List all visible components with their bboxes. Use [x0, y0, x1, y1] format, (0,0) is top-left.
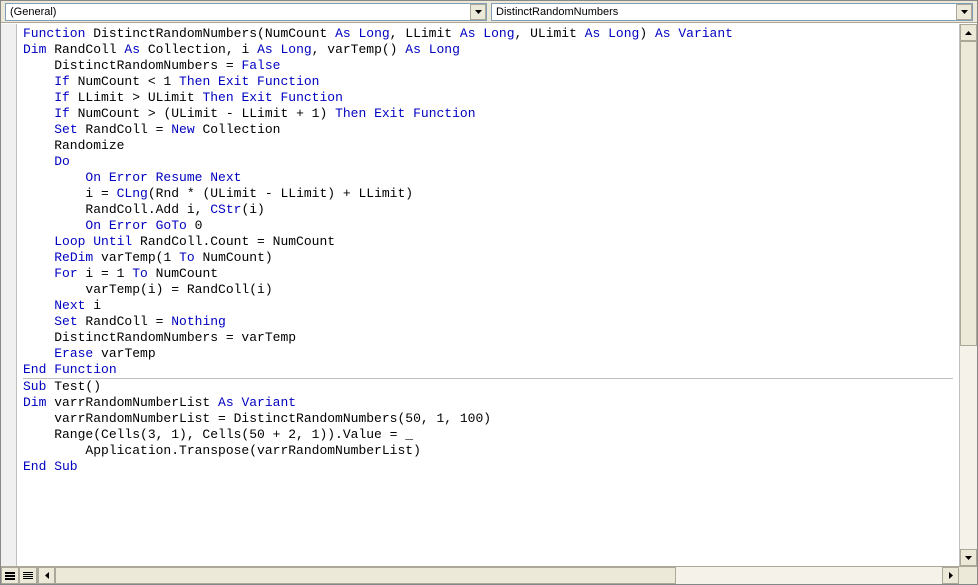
chevron-down-icon	[961, 10, 968, 14]
procedure-combo-text: DistinctRandomNumbers	[492, 4, 956, 20]
vertical-scrollbar-thumb[interactable]	[960, 41, 977, 346]
procedure-view-icon	[5, 572, 15, 580]
scroll-left-button[interactable]	[38, 567, 55, 584]
code-editor: Function DistinctRandomNumbers(NumCount …	[1, 23, 977, 566]
code-line[interactable]: Range(Cells(3, 1), Cells(50 + 2, 1)).Val…	[23, 427, 953, 443]
chevron-right-icon	[949, 572, 953, 579]
vertical-scrollbar-track[interactable]	[960, 41, 977, 549]
code-line[interactable]: Dim RandColl As Collection, i As Long, v…	[23, 42, 953, 58]
horizontal-scrollbar-thumb[interactable]	[55, 567, 676, 584]
code-line[interactable]: End Function	[23, 362, 953, 378]
code-text[interactable]: Function DistinctRandomNumbers(NumCount …	[17, 24, 959, 477]
procedure-view-button[interactable]	[1, 567, 19, 584]
object-combo-dropdown-button[interactable]	[470, 4, 486, 20]
full-module-view-button[interactable]	[19, 567, 37, 584]
object-combo-text: (General)	[6, 4, 470, 20]
chevron-up-icon	[965, 31, 972, 35]
code-line[interactable]: Application.Transpose(varrRandomNumberLi…	[23, 443, 953, 459]
code-line[interactable]: Next i	[23, 298, 953, 314]
vertical-scrollbar[interactable]	[959, 24, 977, 566]
code-line[interactable]: If NumCount < 1 Then Exit Function	[23, 74, 953, 90]
code-line[interactable]: ReDim varTemp(1 To NumCount)	[23, 250, 953, 266]
code-line[interactable]: Randomize	[23, 138, 953, 154]
code-line[interactable]: RandColl.Add i, CStr(i)	[23, 202, 953, 218]
code-line[interactable]: Set RandColl = Nothing	[23, 314, 953, 330]
full-module-view-icon	[23, 572, 33, 580]
procedure-combo[interactable]: DistinctRandomNumbers	[491, 3, 973, 21]
code-line[interactable]: Function DistinctRandomNumbers(NumCount …	[23, 26, 953, 42]
code-line[interactable]: If NumCount > (ULimit - LLimit + 1) Then…	[23, 106, 953, 122]
object-combo[interactable]: (General)	[5, 3, 487, 21]
chevron-down-icon	[475, 10, 482, 14]
horizontal-scrollbar-track[interactable]	[55, 567, 942, 584]
code-line[interactable]: DistinctRandomNumbers = False	[23, 58, 953, 74]
view-mode-buttons	[1, 567, 38, 584]
chevron-left-icon	[45, 572, 49, 579]
code-line[interactable]: If LLimit > ULimit Then Exit Function	[23, 90, 953, 106]
code-viewport[interactable]: Function DistinctRandomNumbers(NumCount …	[17, 24, 959, 566]
dropdowns-toolbar: (General) DistinctRandomNumbers	[1, 1, 977, 23]
horizontal-scrollbar[interactable]	[38, 567, 959, 584]
scroll-down-button[interactable]	[960, 549, 977, 566]
scrollbar-corner	[959, 567, 977, 584]
procedure-combo-dropdown-button[interactable]	[956, 4, 972, 20]
code-line[interactable]: Sub Test()	[23, 379, 953, 395]
code-line[interactable]: Dim varrRandomNumberList As Variant	[23, 395, 953, 411]
code-line[interactable]: End Sub	[23, 459, 953, 475]
scroll-up-button[interactable]	[960, 24, 977, 41]
code-line[interactable]: For i = 1 To NumCount	[23, 266, 953, 282]
code-line[interactable]: varrRandomNumberList = DistinctRandomNum…	[23, 411, 953, 427]
code-line[interactable]: On Error GoTo 0	[23, 218, 953, 234]
scroll-right-button[interactable]	[942, 567, 959, 584]
code-line[interactable]: varTemp(i) = RandColl(i)	[23, 282, 953, 298]
code-line[interactable]: Erase varTemp	[23, 346, 953, 362]
code-line[interactable]: Loop Until RandColl.Count = NumCount	[23, 234, 953, 250]
code-line[interactable]: On Error Resume Next	[23, 170, 953, 186]
bottom-bar	[1, 566, 977, 584]
code-line[interactable]: DistinctRandomNumbers = varTemp	[23, 330, 953, 346]
chevron-down-icon	[965, 556, 972, 560]
code-line[interactable]: Set RandColl = New Collection	[23, 122, 953, 138]
code-line[interactable]: i = CLng(Rnd * (ULimit - LLimit) + LLimi…	[23, 186, 953, 202]
margin-indicator-bar[interactable]	[1, 24, 17, 566]
code-line[interactable]: Do	[23, 154, 953, 170]
